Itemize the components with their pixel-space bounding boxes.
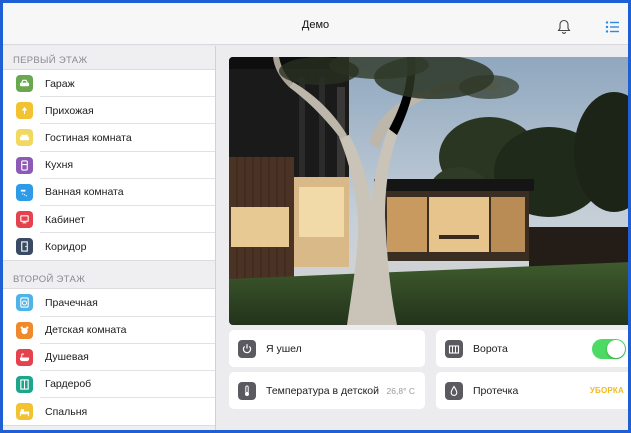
- gate-card[interactable]: Ворота: [436, 330, 628, 367]
- car-icon: [16, 75, 33, 93]
- lamp-icon: [16, 102, 33, 120]
- sidebar: ПЕРВЫЙ ЭТАЖ Гараж Прихожая Гостиная комн…: [3, 46, 216, 430]
- sidebar-item-laundry[interactable]: Прачечная: [3, 289, 215, 317]
- washer-icon: [16, 294, 33, 312]
- room-list-first-floor: Гараж Прихожая Гостиная комната Кухня Ва…: [3, 69, 215, 262]
- top-bar: Демо: [3, 3, 628, 45]
- toy-icon: [16, 321, 33, 339]
- page-title: Демо: [301, 19, 330, 31]
- sidebar-item-garage[interactable]: Гараж: [3, 70, 215, 98]
- thermometer-icon: [238, 381, 256, 400]
- power-icon: [238, 339, 256, 358]
- sidebar-item-wardrobe[interactable]: Гардероб: [3, 371, 215, 399]
- wardrobe-icon: [16, 375, 33, 393]
- gate-label: Ворота: [473, 342, 508, 355]
- gate-toggle[interactable]: [592, 339, 626, 359]
- away-mode-card[interactable]: Я ушел: [229, 330, 425, 367]
- sidebar-item-label: Гараж: [45, 77, 75, 90]
- drop-icon: [445, 381, 463, 400]
- section-header-first-floor: ПЕРВЫЙ ЭТАЖ: [13, 55, 88, 66]
- sidebar-item-living-room[interactable]: Гостиная комната: [3, 124, 215, 152]
- sidebar-item-label: Спальня: [45, 405, 88, 418]
- temperature-card[interactable]: Температура в детской 26,8° C: [229, 372, 425, 409]
- leak-label: Протечка: [473, 384, 519, 397]
- door-icon: [16, 238, 33, 256]
- shower-icon: [16, 183, 33, 201]
- sidebar-item-hallway[interactable]: Прихожая: [3, 97, 215, 125]
- away-mode-label: Я ушел: [266, 342, 302, 355]
- bell-icon[interactable]: [557, 19, 571, 35]
- sidebar-item-bathroom[interactable]: Ванная комната: [3, 179, 215, 207]
- app-window: Демо ПЕРВЫЙ ЭТАЖ Гараж Прихожая Гостиная…: [0, 0, 631, 433]
- sidebar-item-kitchen[interactable]: Кухня: [3, 152, 215, 179]
- sidebar-item-label: Прачечная: [45, 296, 98, 309]
- bed-icon: [16, 403, 33, 421]
- fridge-icon: [16, 156, 33, 174]
- leak-card[interactable]: Протечка УБОРКА: [436, 372, 628, 409]
- leak-status-badge: УБОРКА: [589, 386, 624, 395]
- sidebar-item-label: Гостиная комната: [45, 131, 132, 144]
- sidebar-item-office[interactable]: Кабинет: [3, 206, 215, 234]
- desk-icon: [16, 211, 33, 229]
- bath-icon: [16, 348, 33, 366]
- temperature-value: 26,8° C: [386, 385, 415, 396]
- sidebar-item-label: Кабинет: [45, 213, 85, 226]
- sidebar-item-label: Детская комната: [45, 324, 127, 337]
- sidebar-item-label: Ванная комната: [45, 186, 124, 199]
- sidebar-item-kids-room[interactable]: Детская комната: [3, 317, 215, 344]
- sidebar-item-label: Прихожая: [45, 104, 94, 117]
- toggle-knob: [607, 340, 625, 358]
- room-list-second-floor: Прачечная Детская комната Душевая Гардер…: [3, 288, 215, 427]
- sidebar-item-label: Коридор: [45, 240, 87, 253]
- sidebar-item-label: Душевая: [45, 351, 89, 364]
- house-photo: [229, 57, 628, 325]
- sidebar-item-corridor[interactable]: Коридор: [3, 233, 215, 260]
- sidebar-item-bedroom[interactable]: Спальня: [3, 398, 215, 425]
- gate-icon: [445, 339, 463, 358]
- section-header-second-floor: ВТОРОЙ ЭТАЖ: [13, 274, 86, 286]
- list-icon[interactable]: [605, 20, 619, 34]
- sidebar-item-shower-room[interactable]: Душевая: [3, 344, 215, 372]
- sidebar-item-label: Кухня: [45, 159, 74, 172]
- sofa-icon: [16, 129, 33, 147]
- temperature-label: Температура в детской: [266, 384, 379, 397]
- sidebar-item-label: Гардероб: [45, 378, 92, 391]
